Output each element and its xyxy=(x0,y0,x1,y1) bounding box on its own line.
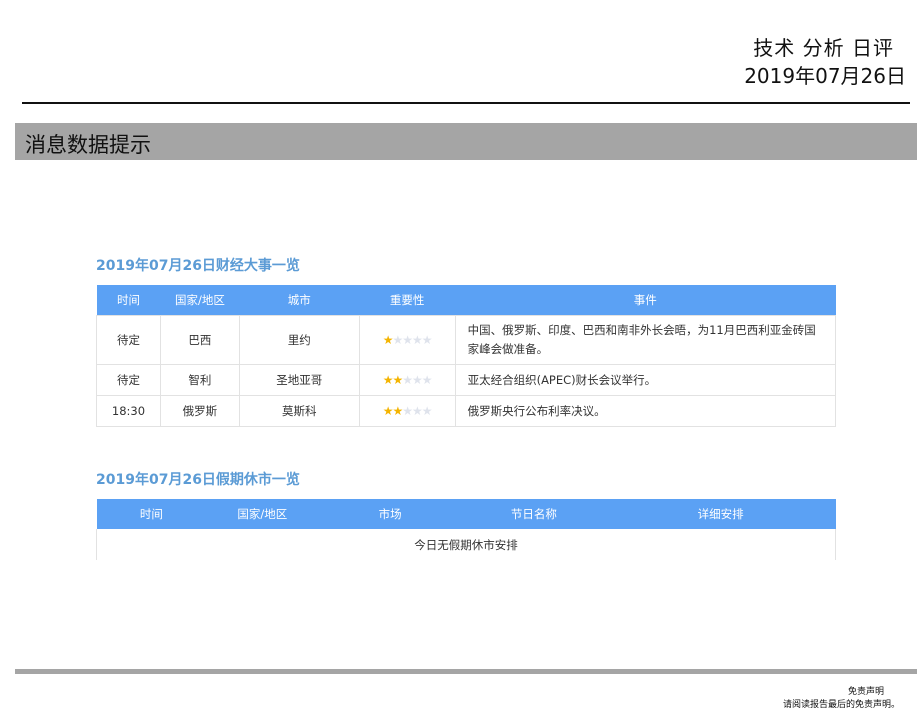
cell-event: 亚太经合组织(APEC)财长会议举行。 xyxy=(454,364,837,396)
empty-message: 今日无假期休市安排 xyxy=(96,529,836,560)
cell-importance: ★★★★★ xyxy=(358,364,456,396)
star-empty-icon: ★ xyxy=(421,373,433,387)
table-row: 18:30 俄罗斯 莫斯科 ★★★★★ 俄罗斯央行公布利率决议。 xyxy=(96,395,837,427)
col-details: 详细安排 xyxy=(605,499,836,529)
star-empty-icon: ★ xyxy=(412,373,423,387)
table-row: 今日无假期休市安排 xyxy=(96,529,836,560)
star-empty-icon: ★ xyxy=(402,404,413,418)
events-table-caption: 2019年07月26日财经大事一览 xyxy=(96,258,300,274)
star-empty-icon: ★ xyxy=(421,333,433,347)
star-empty-icon: ★ xyxy=(392,333,403,347)
importance-stars-icon: ★★★★★ xyxy=(382,373,433,387)
cell-city: 里约 xyxy=(238,315,360,365)
disclaimer-title: 免责声明 xyxy=(847,687,884,697)
star-filled-icon: ★ xyxy=(392,404,403,418)
cell-country: 俄罗斯 xyxy=(159,395,240,427)
col-importance: 重要性 xyxy=(359,285,456,316)
cell-time: 18:30 xyxy=(96,395,161,427)
col-country: 国家/地区 xyxy=(206,499,319,529)
cell-time: 待定 xyxy=(96,315,161,365)
col-event: 事件 xyxy=(455,285,836,316)
star-empty-icon: ★ xyxy=(412,404,423,418)
holiday-table: 时间 国家/地区 市场 节日名称 详细安排 今日无假期休市安排 xyxy=(96,499,836,560)
table-row: 待定 智利 圣地亚哥 ★★★★★ 亚太经合组织(APEC)财长会议举行。 xyxy=(96,364,837,396)
table-row: 待定 巴西 里约 ★★★★★ 中国、俄罗斯、印度、巴西和南非外长会晤，为11月巴… xyxy=(96,315,837,365)
cell-city: 圣地亚哥 xyxy=(238,364,360,396)
cell-time: 待定 xyxy=(96,364,161,396)
star-filled-icon: ★ xyxy=(392,373,403,387)
holiday-table-header: 时间 国家/地区 市场 节日名称 详细安排 xyxy=(96,499,836,529)
section-title: 消息数据提示 xyxy=(25,133,151,157)
importance-stars-icon: ★★★★★ xyxy=(382,404,433,418)
report-date: 2019年07月26日 xyxy=(744,64,906,88)
col-time: 时间 xyxy=(96,499,207,529)
star-filled-icon: ★ xyxy=(382,333,394,347)
cell-event: 俄罗斯央行公布利率决议。 xyxy=(454,395,837,427)
col-time: 时间 xyxy=(96,285,161,316)
star-empty-icon: ★ xyxy=(421,404,433,418)
holiday-table-caption: 2019年07月26日假期休市一览 xyxy=(96,472,300,488)
col-market: 市场 xyxy=(318,499,462,529)
cell-country: 智利 xyxy=(159,364,240,396)
cell-country: 巴西 xyxy=(159,315,240,365)
events-table: 时间 国家/地区 城市 重要性 事件 待定 巴西 里约 ★★★★★ 中国、俄罗斯… xyxy=(96,285,837,427)
col-country: 国家/地区 xyxy=(160,285,240,316)
report-title: 技术 分析 日评 xyxy=(753,36,894,60)
cell-event: 中国、俄罗斯、印度、巴西和南非外长会晤，为11月巴西利亚金砖国家峰会做准备。 xyxy=(454,315,837,365)
star-filled-icon: ★ xyxy=(382,404,394,418)
cell-importance: ★★★★★ xyxy=(358,395,456,427)
star-empty-icon: ★ xyxy=(402,333,413,347)
cell-importance: ★★★★★ xyxy=(358,315,456,365)
events-table-header: 时间 国家/地区 城市 重要性 事件 xyxy=(96,285,836,316)
section-bar: 消息数据提示 xyxy=(15,123,917,160)
star-empty-icon: ★ xyxy=(402,373,413,387)
col-holiday-name: 节日名称 xyxy=(461,499,606,529)
importance-stars-icon: ★★★★★ xyxy=(382,333,433,347)
footer-divider xyxy=(15,669,917,674)
col-city: 城市 xyxy=(239,285,360,316)
disclaimer-text: 请阅读报告最后的免责声明。 xyxy=(782,700,900,710)
header-divider xyxy=(22,102,910,104)
star-empty-icon: ★ xyxy=(412,333,423,347)
star-filled-icon: ★ xyxy=(382,373,394,387)
cell-city: 莫斯科 xyxy=(238,395,360,427)
